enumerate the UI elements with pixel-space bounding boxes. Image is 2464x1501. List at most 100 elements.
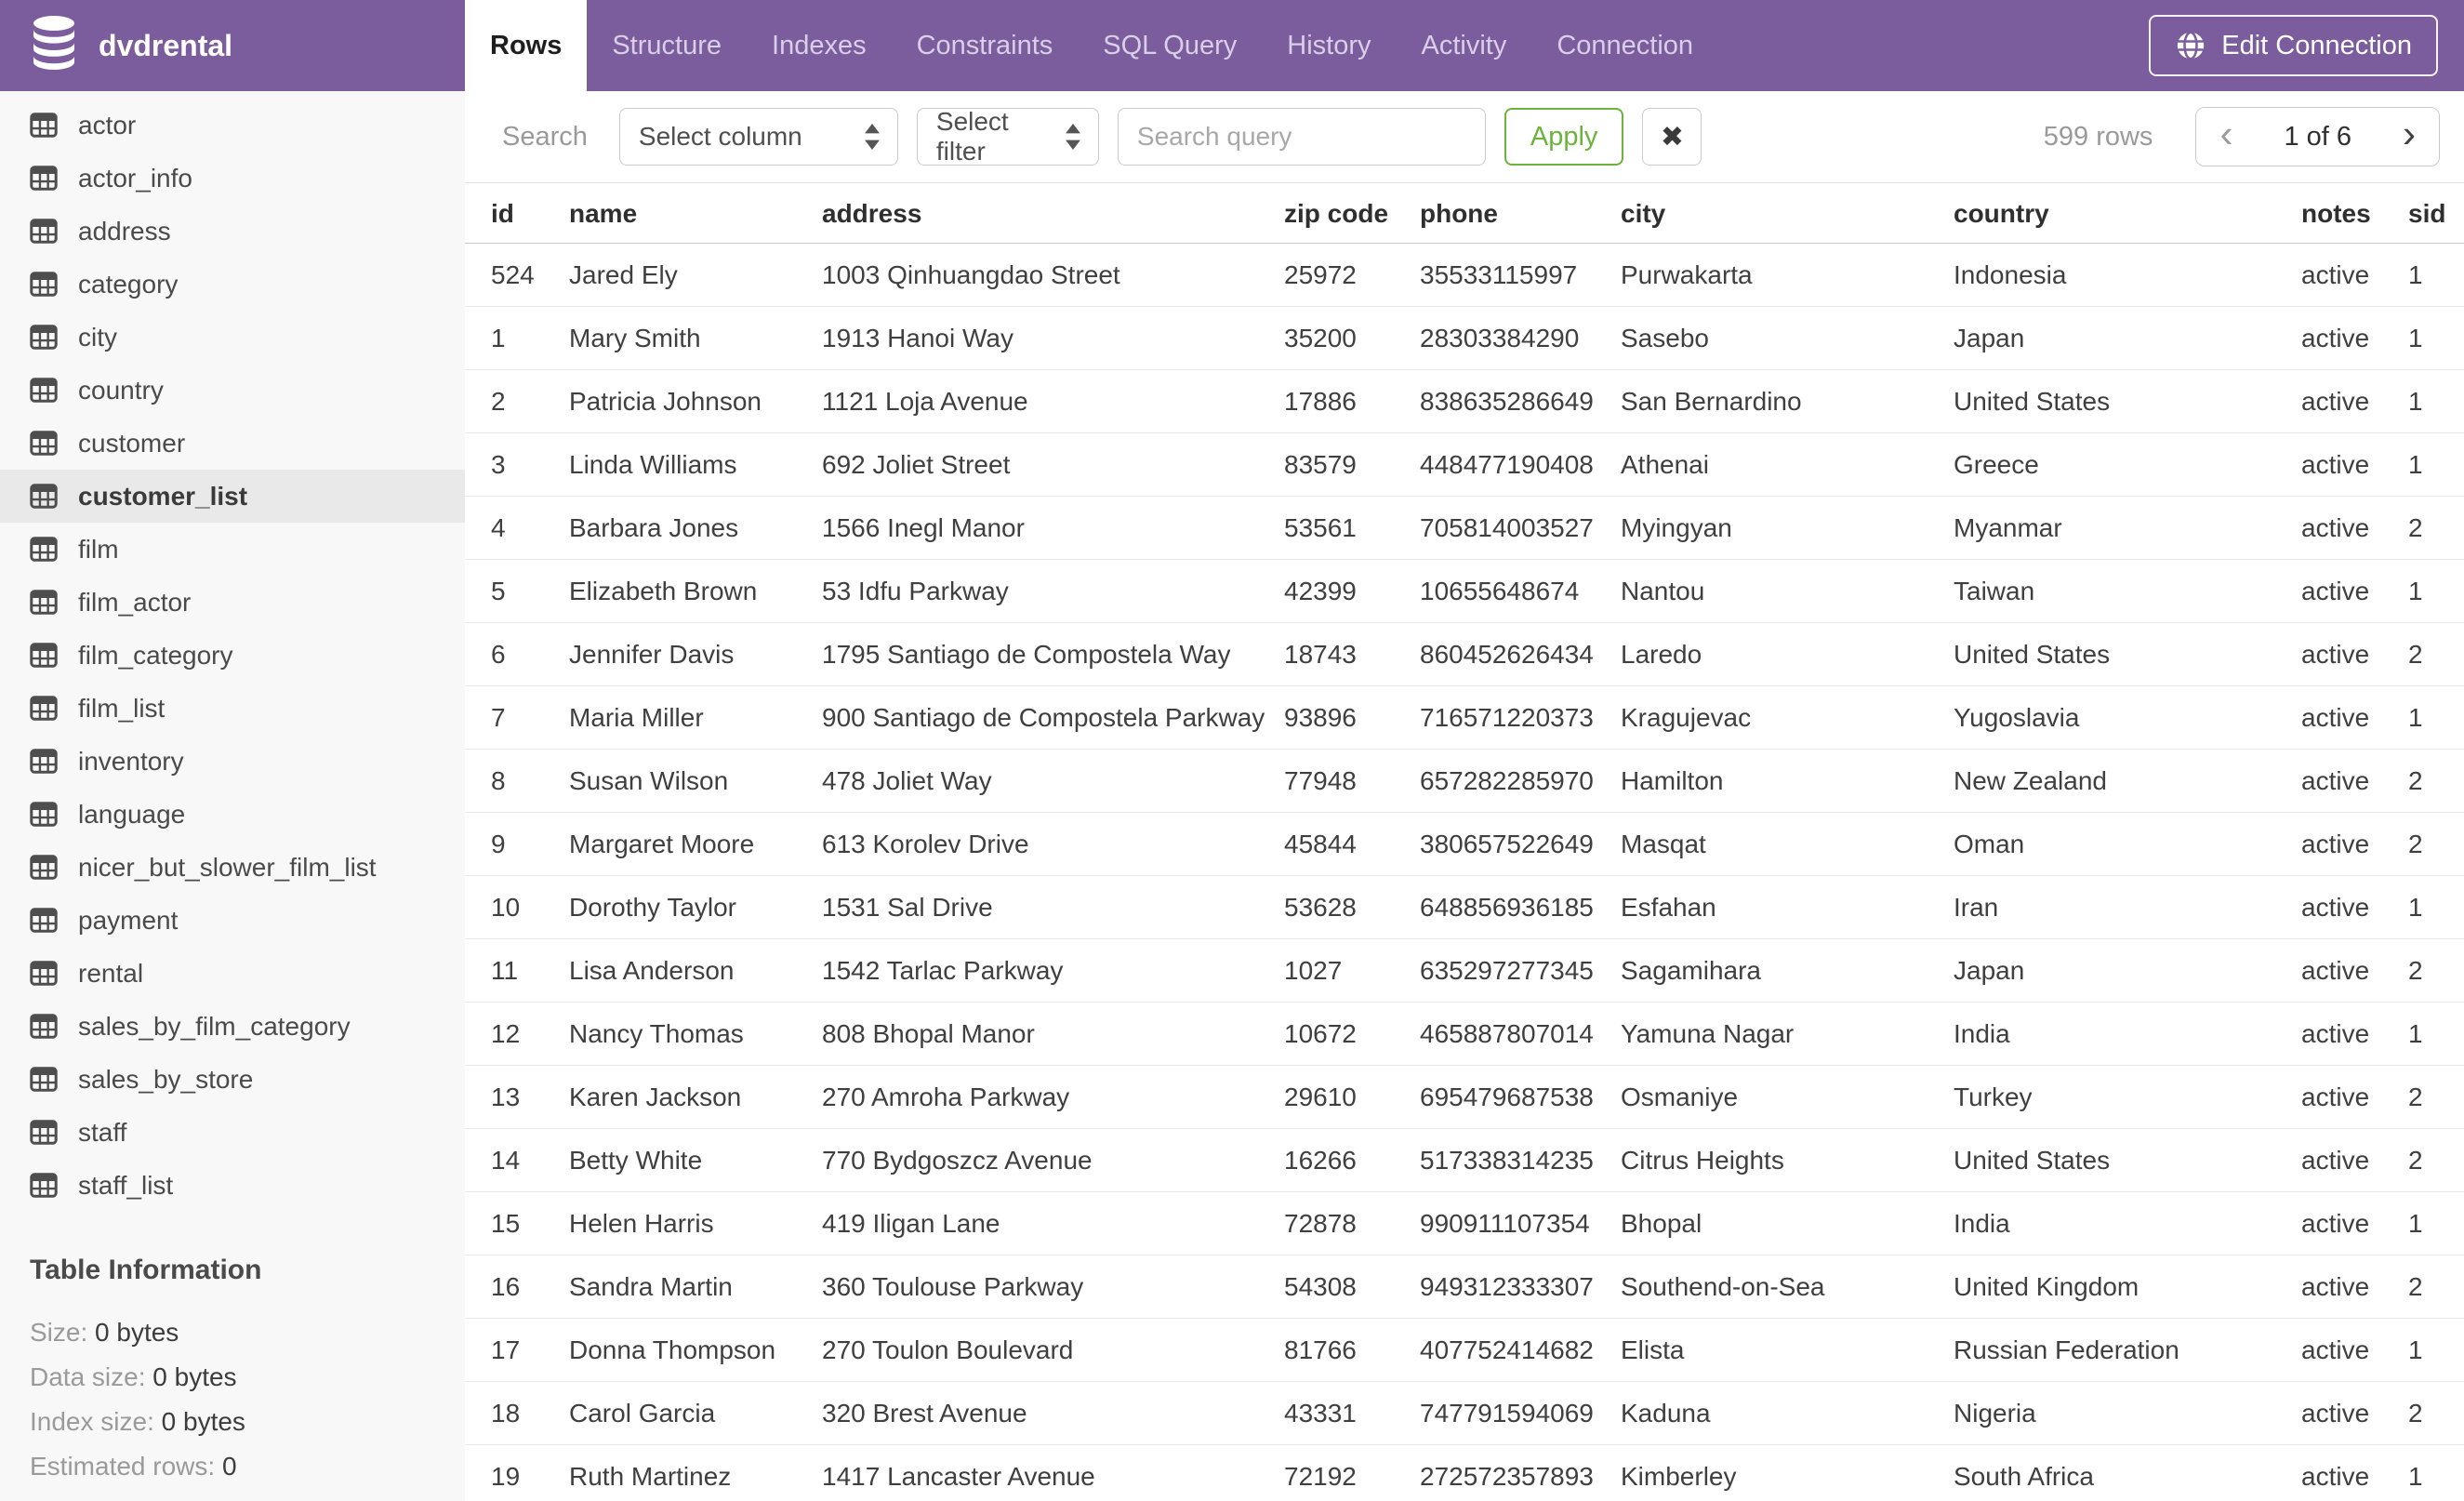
cell-country[interactable]: Indonesia xyxy=(1954,243,2301,307)
sidebar-item-country[interactable]: country xyxy=(0,364,465,417)
cell-phone[interactable]: 838635286649 xyxy=(1420,369,1621,433)
tab-activity[interactable]: Activity xyxy=(1396,0,1531,91)
cell-name[interactable]: Jared Ely xyxy=(569,243,822,307)
cell-address[interactable]: 1913 Hanoi Way xyxy=(822,306,1284,370)
cell-zip-code[interactable]: 18743 xyxy=(1284,622,1420,686)
cell-country[interactable]: Japan xyxy=(1954,938,2301,1003)
cell-name[interactable]: Jennifer Davis xyxy=(569,622,822,686)
cell-sid[interactable]: 2 xyxy=(2408,1128,2464,1192)
cell-id[interactable]: 14 xyxy=(465,1128,569,1192)
sidebar-item-actor-info[interactable]: actor_info xyxy=(0,152,465,205)
cell-zip-code[interactable]: 29610 xyxy=(1284,1065,1420,1129)
cell-country[interactable]: Oman xyxy=(1954,812,2301,876)
sidebar-item-sales-by-film-category[interactable]: sales_by_film_category xyxy=(0,1000,465,1053)
apply-button[interactable]: Apply xyxy=(1504,108,1624,166)
cell-country[interactable]: Turkey xyxy=(1954,1065,2301,1129)
tab-sql-query[interactable]: SQL Query xyxy=(1078,0,1262,91)
cell-phone[interactable]: 705814003527 xyxy=(1420,496,1621,560)
cell-id[interactable]: 6 xyxy=(465,622,569,686)
cell-country[interactable]: United Kingdom xyxy=(1954,1255,2301,1319)
cell-name[interactable]: Nancy Thomas xyxy=(569,1002,822,1066)
cell-address[interactable]: 1417 Lancaster Avenue xyxy=(822,1444,1284,1501)
cell-id[interactable]: 11 xyxy=(465,938,569,1003)
cell-zip-code[interactable]: 1027 xyxy=(1284,938,1420,1003)
cell-zip-code[interactable]: 35200 xyxy=(1284,306,1420,370)
cell-address[interactable]: 270 Amroha Parkway xyxy=(822,1065,1284,1129)
cell-sid[interactable]: 2 xyxy=(2408,938,2464,1003)
cell-name[interactable]: Barbara Jones xyxy=(569,496,822,560)
cell-phone[interactable]: 990911107354 xyxy=(1420,1191,1621,1255)
cell-sid[interactable]: 1 xyxy=(2408,685,2464,750)
clear-filter-button[interactable]: ✖ xyxy=(1642,108,1702,166)
cell-phone[interactable]: 695479687538 xyxy=(1420,1065,1621,1129)
cell-sid[interactable]: 2 xyxy=(2408,1255,2464,1319)
sidebar-item-film-category[interactable]: film_category xyxy=(0,629,465,682)
cell-city[interactable]: Nantou xyxy=(1621,559,1954,623)
cell-country[interactable]: Myanmar xyxy=(1954,496,2301,560)
cell-zip-code[interactable]: 54308 xyxy=(1284,1255,1420,1319)
cell-country[interactable]: South Africa xyxy=(1954,1444,2301,1501)
cell-country[interactable]: Russian Federation xyxy=(1954,1318,2301,1382)
cell-sid[interactable]: 2 xyxy=(2408,496,2464,560)
cell-id[interactable]: 5 xyxy=(465,559,569,623)
edit-connection-button[interactable]: Edit Connection xyxy=(2149,15,2438,76)
cell-address[interactable]: 320 Brest Avenue xyxy=(822,1381,1284,1445)
cell-sid[interactable]: 1 xyxy=(2408,306,2464,370)
sidebar-item-payment[interactable]: payment xyxy=(0,894,465,947)
sidebar-item-film[interactable]: film xyxy=(0,523,465,576)
cell-city[interactable]: Yamuna Nagar xyxy=(1621,1002,1954,1066)
cell-id[interactable]: 19 xyxy=(465,1444,569,1501)
column-header-name[interactable]: name xyxy=(569,182,822,244)
cell-country[interactable]: Greece xyxy=(1954,432,2301,497)
cell-id[interactable]: 9 xyxy=(465,812,569,876)
cell-phone[interactable]: 657282285970 xyxy=(1420,749,1621,813)
cell-notes[interactable]: active xyxy=(2301,306,2408,370)
cell-id[interactable]: 7 xyxy=(465,685,569,750)
cell-sid[interactable]: 1 xyxy=(2408,369,2464,433)
tab-rows[interactable]: Rows xyxy=(465,0,588,91)
cell-address[interactable]: 419 Iligan Lane xyxy=(822,1191,1284,1255)
column-header-phone[interactable]: phone xyxy=(1420,182,1621,244)
cell-country[interactable]: United States xyxy=(1954,1128,2301,1192)
cell-name[interactable]: Karen Jackson xyxy=(569,1065,822,1129)
cell-city[interactable]: Southend-on-Sea xyxy=(1621,1255,1954,1319)
cell-address[interactable]: 1566 Inegl Manor xyxy=(822,496,1284,560)
cell-address[interactable]: 53 Idfu Parkway xyxy=(822,559,1284,623)
cell-country[interactable]: New Zealand xyxy=(1954,749,2301,813)
cell-id[interactable]: 8 xyxy=(465,749,569,813)
cell-address[interactable]: 1542 Tarlac Parkway xyxy=(822,938,1284,1003)
cell-id[interactable]: 16 xyxy=(465,1255,569,1319)
cell-notes[interactable]: active xyxy=(2301,622,2408,686)
cell-name[interactable]: Mary Smith xyxy=(569,306,822,370)
cell-sid[interactable]: 1 xyxy=(2408,559,2464,623)
sidebar-item-customer[interactable]: customer xyxy=(0,417,465,470)
tab-indexes[interactable]: Indexes xyxy=(747,0,892,91)
cell-phone[interactable]: 35533115997 xyxy=(1420,243,1621,307)
cell-country[interactable]: India xyxy=(1954,1191,2301,1255)
cell-city[interactable]: Osmaniye xyxy=(1621,1065,1954,1129)
cell-name[interactable]: Lisa Anderson xyxy=(569,938,822,1003)
filter-select[interactable]: Select filter xyxy=(916,107,1099,166)
sidebar-item-sales-by-store[interactable]: sales_by_store xyxy=(0,1053,465,1106)
sidebar-item-film-actor[interactable]: film_actor xyxy=(0,576,465,629)
cell-zip-code[interactable]: 25972 xyxy=(1284,243,1420,307)
cell-phone[interactable]: 716571220373 xyxy=(1420,685,1621,750)
cell-city[interactable]: Myingyan xyxy=(1621,496,1954,560)
cell-sid[interactable]: 1 xyxy=(2408,1191,2464,1255)
cell-id[interactable]: 18 xyxy=(465,1381,569,1445)
cell-city[interactable]: San Bernardino xyxy=(1621,369,1954,433)
cell-name[interactable]: Maria Miller xyxy=(569,685,822,750)
column-header-country[interactable]: country xyxy=(1954,182,2301,244)
sidebar-item-address[interactable]: address xyxy=(0,205,465,258)
cell-name[interactable]: Linda Williams xyxy=(569,432,822,497)
cell-notes[interactable]: active xyxy=(2301,1318,2408,1382)
cell-notes[interactable]: active xyxy=(2301,369,2408,433)
cell-country[interactable]: India xyxy=(1954,1002,2301,1066)
cell-sid[interactable]: 1 xyxy=(2408,243,2464,307)
cell-zip-code[interactable]: 53561 xyxy=(1284,496,1420,560)
tab-constraints[interactable]: Constraints xyxy=(892,0,1079,91)
cell-zip-code[interactable]: 42399 xyxy=(1284,559,1420,623)
cell-zip-code[interactable]: 10672 xyxy=(1284,1002,1420,1066)
sidebar-item-actor[interactable]: actor xyxy=(0,99,465,152)
cell-notes[interactable]: active xyxy=(2301,243,2408,307)
